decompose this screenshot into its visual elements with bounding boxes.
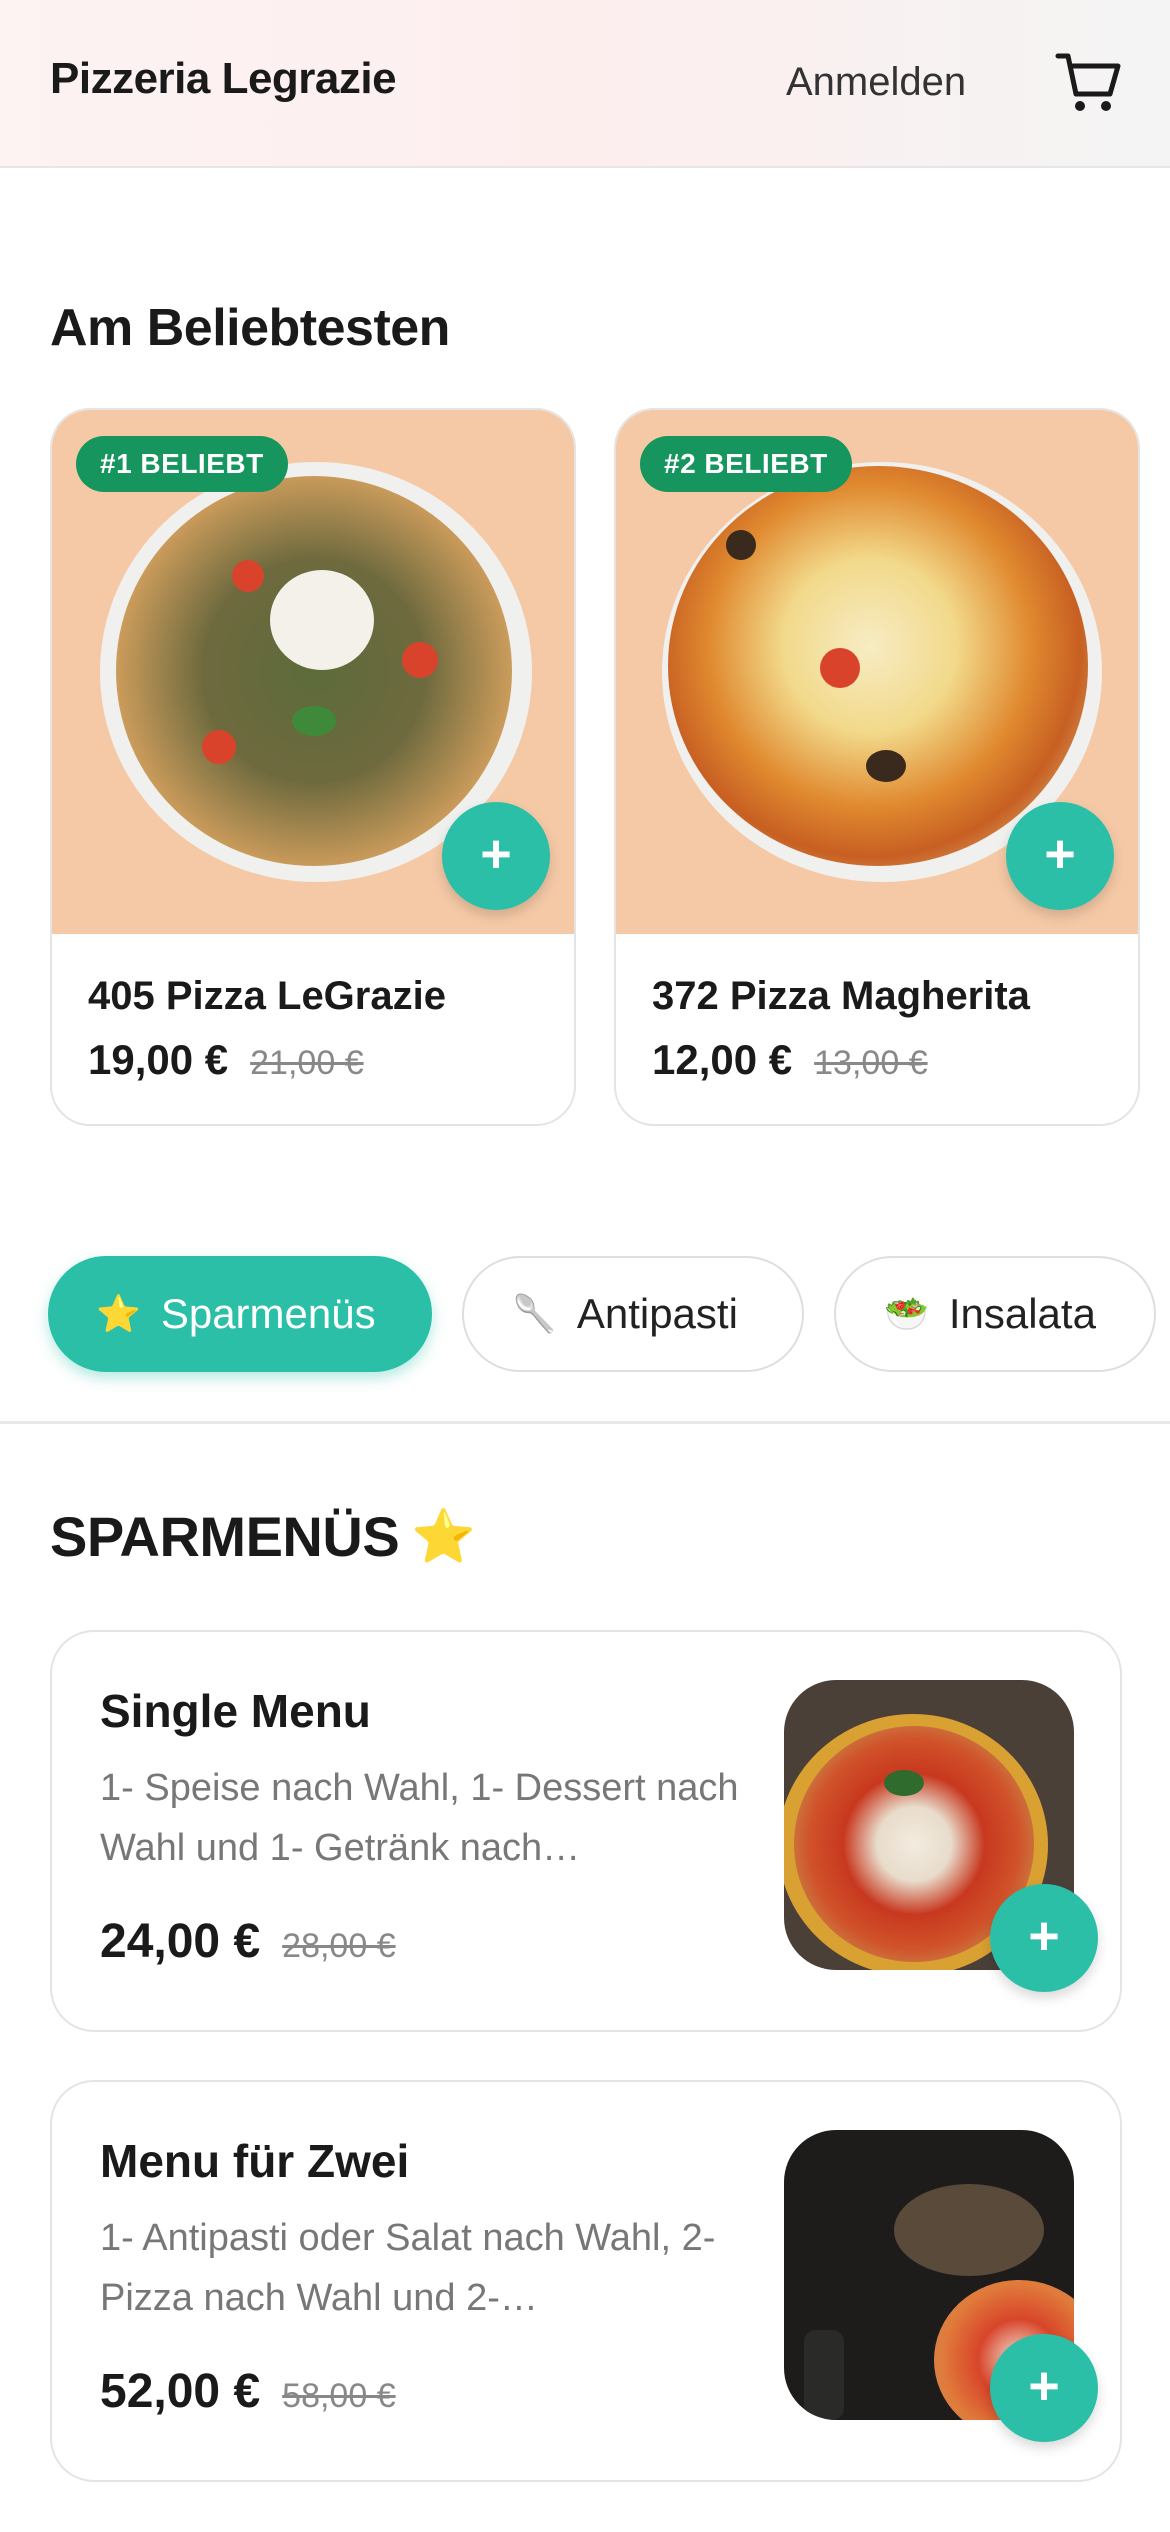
category-label: Sparmenüs [160,1290,376,1337]
menu-price: 52,00 € [100,2365,261,2418]
add-to-cart-button[interactable]: + [990,2334,1098,2442]
product-name: 372 Pizza Magherita [652,974,1030,1018]
brand-name[interactable]: Pizzeria Legrazie [50,54,397,104]
spoon-icon: 🥄 [512,1293,557,1334]
menu-old-price: 58,00 € [282,2377,396,2415]
product-old-price: 13,00 € [814,1044,928,1082]
product-price: 12,00 € [652,1036,793,1083]
menu-name: Menu für Zwei [100,2135,410,2187]
popular-title: Am Beliebtesten [50,299,450,357]
category-chip-antipasti[interactable]: 🥄 Antipasti [462,1256,804,1372]
app-header: Pizzeria Legrazie Anmelden [0,0,1170,168]
popular-card-1[interactable]: #1 BELIEBT + 405 Pizza LeGrazie 19,00 € … [50,408,576,1126]
category-label: Insalata [948,1290,1096,1337]
menu-description: 1- Antipasti oder Salat nach Wahl, 2- Pi… [100,2217,716,2319]
menu-prices: 24,00 € 28,00 € [100,1914,396,1969]
menu-old-price: 28,00 € [282,1927,396,1965]
category-label: Antipasti [576,1290,738,1337]
cart-icon[interactable] [1052,46,1124,118]
star-icon: ⭐ [96,1293,141,1334]
login-button[interactable]: Anmelden [786,60,966,105]
salad-icon: 🥗 [884,1293,929,1334]
menu-card-zwei[interactable]: Menu für Zwei 1- Antipasti oder Salat na… [50,2080,1122,2482]
category-chip-insalata[interactable]: 🥗 Insalata [834,1256,1156,1372]
menu-card-single[interactable]: Single Menu 1- Speise nach Wahl, 1- Dess… [50,1630,1122,2032]
category-chip-sparmenus[interactable]: ⭐ Sparmenüs [48,1256,432,1372]
star-icon: ⭐ [411,1508,476,1566]
menu-name: Single Menu [100,1685,371,1737]
menu-price: 24,00 € [100,1915,261,1968]
menu-description: 1- Speise nach Wahl, 1- Dessert nach Wah… [100,1767,739,1869]
add-to-cart-button[interactable]: + [1006,802,1114,910]
product-name: 405 Pizza LeGrazie [88,974,446,1018]
product-prices: 19,00 € 21,00 € [88,1036,364,1084]
product-prices: 12,00 € 13,00 € [652,1036,928,1084]
add-to-cart-button[interactable]: + [990,1884,1098,1992]
section-title-text: SPARMENÜS [50,1505,400,1568]
popular-badge: #2 BELIEBT [640,436,852,492]
product-price: 19,00 € [88,1036,229,1083]
menu-prices: 52,00 € 58,00 € [100,2364,396,2419]
popular-badge: #1 BELIEBT [76,436,288,492]
sparmenus-title: SPARMENÜS ⭐ [50,1504,476,1569]
product-old-price: 21,00 € [250,1044,364,1082]
popular-card-2[interactable]: #2 BELIEBT + 372 Pizza Magherita 12,00 €… [614,408,1140,1126]
section-divider [0,1421,1170,1424]
category-bar: ⭐ Sparmenüs 🥄 Antipasti 🥗 Insalata [0,1256,1170,1376]
add-to-cart-button[interactable]: + [442,802,550,910]
